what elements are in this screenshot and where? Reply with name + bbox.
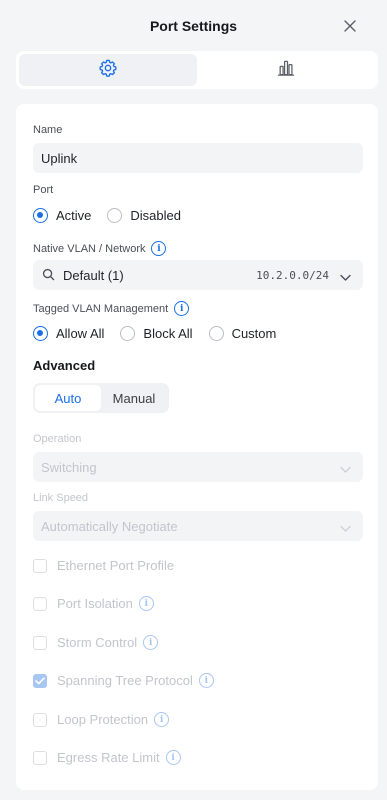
radio-indicator (107, 208, 123, 223)
bar-chart-icon (276, 58, 296, 83)
settings-panel: Name Uplink Port Active Disabled Native … (16, 104, 378, 790)
advanced-mode-toggle: Auto Manual (33, 383, 169, 413)
name-value: Uplink (41, 150, 78, 166)
radio-indicator (208, 326, 224, 341)
egress-rate-limit-option: Egress Rate Limit i (33, 750, 181, 765)
info-icon[interactable]: i (174, 301, 190, 316)
info-icon[interactable]: i (143, 635, 159, 650)
loop-protection-label: Loop Protection (57, 712, 149, 727)
manual-mode-button[interactable]: Manual (101, 385, 167, 411)
storm-control-option: Storm Control i (33, 635, 159, 650)
check-icon (35, 676, 45, 684)
link-speed-label: Link Speed (33, 492, 89, 504)
dialog-title: Port Settings (149, 18, 238, 34)
port-radio-group: Active Disabled (33, 208, 197, 223)
allow-all-radio[interactable]: Allow All (33, 326, 104, 341)
port-isolation-checkbox[interactable] (33, 596, 47, 611)
ethernet-port-profile-checkbox[interactable] (33, 558, 47, 573)
block-all-label: Block All (143, 326, 193, 341)
gear-icon (98, 58, 118, 83)
chevron-down-icon (340, 462, 351, 477)
egress-rate-limit-label: Egress Rate Limit (57, 750, 160, 765)
link-speed-select[interactable]: Automatically Negotiate (33, 511, 363, 541)
name-label: Name (33, 124, 63, 136)
tab-settings[interactable] (19, 54, 197, 86)
info-icon[interactable]: i (198, 673, 214, 688)
port-isolation-option: Port Isolation i (33, 596, 154, 611)
tagged-vlan-radio-group: Allow All Block All Custom (33, 326, 292, 341)
tagged-vlan-label: Tagged VLAN Management (33, 302, 169, 315)
native-vlan-label: Native VLAN / Network (33, 242, 146, 255)
port-label: Port (33, 184, 54, 196)
name-input[interactable]: Uplink (33, 143, 363, 173)
tagged-vlan-label-row: Tagged VLAN Management i (33, 301, 190, 316)
native-vlan-select[interactable]: Default (1) 10.2.0.0/24 (33, 260, 363, 290)
operation-select[interactable]: Switching (33, 452, 363, 482)
block-all-radio[interactable]: Block All (120, 326, 193, 341)
storm-control-checkbox[interactable] (33, 635, 47, 650)
radio-indicator (120, 326, 136, 341)
custom-radio[interactable]: Custom (208, 326, 277, 341)
chevron-down-icon (340, 270, 351, 285)
port-active-label: Active (56, 208, 92, 223)
chevron-down-icon (340, 521, 351, 536)
ethernet-port-profile-option: Ethernet Port Profile (33, 558, 174, 573)
egress-rate-limit-checkbox[interactable] (33, 750, 47, 765)
spanning-tree-label: Spanning Tree Protocol (57, 673, 193, 688)
auto-mode-button[interactable]: Auto (35, 385, 101, 411)
native-vlan-label-row: Native VLAN / Network i (33, 241, 167, 256)
tab-bar (16, 51, 378, 89)
port-disabled-radio[interactable]: Disabled (107, 208, 181, 223)
loop-protection-option: Loop Protection i (33, 712, 170, 727)
port-disabled-label: Disabled (130, 208, 181, 223)
radio-selected-indicator (33, 208, 48, 223)
allow-all-label: Allow All (56, 326, 105, 341)
info-icon[interactable]: i (165, 750, 181, 765)
loop-protection-checkbox[interactable] (33, 712, 47, 727)
ethernet-port-profile-label: Ethernet Port Profile (57, 558, 175, 573)
info-icon[interactable]: i (154, 712, 170, 727)
spanning-tree-option: Spanning Tree Protocol i (33, 673, 214, 688)
search-icon (42, 268, 55, 284)
tab-statistics[interactable] (197, 54, 375, 86)
info-icon[interactable]: i (138, 596, 154, 611)
subnet-text: 10.2.0.0/24 (256, 269, 329, 282)
custom-label: Custom (231, 326, 277, 341)
port-isolation-label: Port Isolation (57, 596, 133, 611)
native-vlan-value: Default (1) (63, 267, 124, 283)
close-icon[interactable] (341, 17, 359, 35)
port-active-radio[interactable]: Active (33, 208, 91, 223)
link-speed-value: Automatically Negotiate (41, 518, 178, 534)
radio-selected-indicator (33, 326, 48, 341)
dialog-header: Port Settings (0, 0, 387, 52)
info-icon[interactable]: i (151, 241, 167, 256)
operation-value: Switching (41, 459, 97, 475)
operation-label: Operation (33, 433, 82, 445)
storm-control-label: Storm Control (57, 635, 138, 650)
spanning-tree-checkbox[interactable] (33, 673, 47, 688)
advanced-heading: Advanced (33, 358, 96, 373)
